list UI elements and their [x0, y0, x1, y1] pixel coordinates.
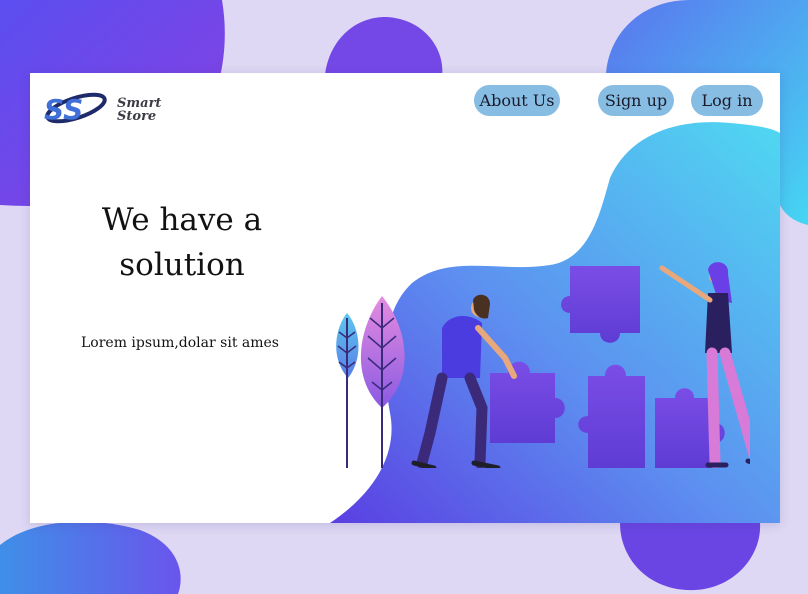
hero-headline: We have a solution — [101, 202, 263, 283]
plant-large — [360, 296, 405, 468]
sign-up-button[interactable]: Sign up — [598, 85, 674, 116]
team-puzzle-illustration — [336, 262, 750, 468]
logo-mark-icon: SS — [44, 92, 107, 126]
blob-top-center — [325, 17, 443, 75]
log-in-button[interactable]: Log in — [691, 85, 763, 116]
plant-small — [336, 313, 359, 468]
blob-bottom-left — [0, 521, 181, 594]
landing-card: SS Smart Store About Us Sign up Log in W… — [30, 73, 780, 523]
brand-logo[interactable]: SS Smart Store — [40, 88, 190, 128]
svg-text:SS: SS — [44, 93, 83, 126]
hero-subtext: Lorem ipsum,dolar sit ames — [81, 335, 279, 351]
puzzle-pieces — [490, 266, 725, 468]
blob-bottom-right — [620, 523, 761, 591]
brand-name: Smart Store — [117, 97, 187, 123]
about-us-button[interactable]: About Us — [474, 85, 560, 116]
brand-name-line2: Store — [117, 109, 157, 124]
